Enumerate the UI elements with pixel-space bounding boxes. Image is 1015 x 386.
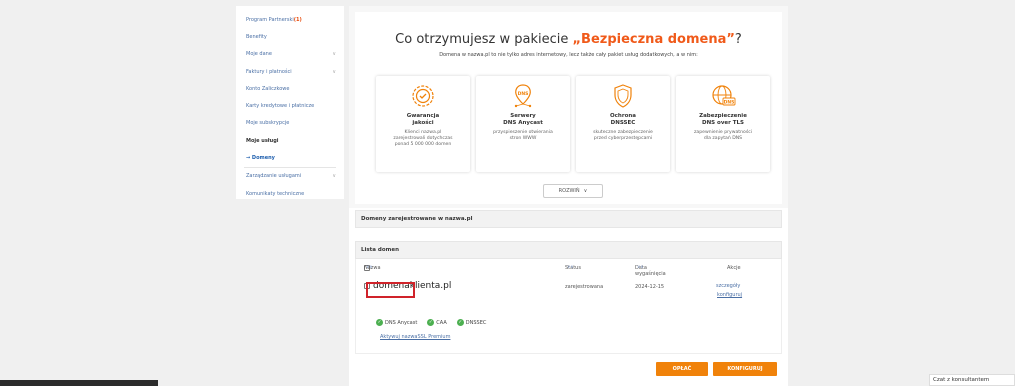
chevron-down-icon: ∨ xyxy=(332,68,336,75)
account-sidebar: Program Partnerski(1) Benefity Moje dane… xyxy=(236,6,344,199)
sidebar-item-label: Moje usługi xyxy=(246,137,279,144)
sidebar-item-my-data[interactable]: Moje dane ∨ xyxy=(236,46,344,63)
promo-box: Co otrzymujesz w pakiecie „Bezpieczna do… xyxy=(355,12,782,204)
promo-title: Co otrzymujesz w pakiecie „Bezpieczna do… xyxy=(355,32,782,47)
card-desc: zapewnienie prywatności dla zapytań DNS xyxy=(693,130,753,141)
feature-card-dns-tls: DNS Zabezpieczenie DNS over TLS zapewnie… xyxy=(676,76,770,172)
feature-label: DNS Anycast xyxy=(385,319,418,326)
feature-card-anycast: DNS Serwery DNS Anycast przyspieszenie o… xyxy=(476,76,570,172)
domain-expiry: 2024-12-15 xyxy=(635,284,665,290)
sidebar-item-label: Benefity xyxy=(246,33,267,40)
sidebar-item-label: Karty kredytowe i płatnicze xyxy=(246,103,315,110)
promo-section: Co otrzymujesz w pakiecie „Bezpieczna do… xyxy=(349,6,788,208)
domain-list-header: Lista domen xyxy=(355,241,782,259)
feature-dnssec: ✓ DNSSEC xyxy=(456,319,487,326)
check-icon: ✓ xyxy=(376,319,383,326)
main-panel: Co otrzymujesz w pakiecie „Bezpieczna do… xyxy=(349,6,788,386)
globe-dns-icon: DNS xyxy=(712,85,736,106)
sidebar-item-label: Konto Zaliczkowe xyxy=(246,85,290,92)
domain-table-header: Nazwa ∨∧ Status ∨∧ Data wygaśnięcia ∨∧ Akcj… xyxy=(356,265,781,277)
details-link[interactable]: szczegóły xyxy=(716,283,740,289)
svg-text:DNS: DNS xyxy=(518,91,529,97)
sidebar-item-label: Moje subskrypcje xyxy=(246,120,290,127)
feature-dns-anycast: ✓ DNS Anycast xyxy=(376,319,417,326)
sidebar-item-invoices[interactable]: Faktury i płatności ∨ xyxy=(236,63,344,80)
sidebar-item-label: Faktury i płatności xyxy=(246,68,292,75)
promo-title-end: ? xyxy=(734,32,742,47)
check-icon: ✓ xyxy=(456,319,464,326)
card-title: Ochrona DNSSEC xyxy=(610,113,636,126)
dns-pin-icon: DNS xyxy=(514,84,532,108)
sidebar-item-label: Program Partnerski xyxy=(246,16,294,23)
configure-link[interactable]: konfiguruj xyxy=(716,292,743,298)
domain-features: ✓ DNS Anycast ✓ CAA ✓ DNSSEC xyxy=(376,319,486,326)
feature-card-quality: Gwarancja jakości Klienci nazwa.pl zarej… xyxy=(376,76,470,172)
column-actions: Akcje xyxy=(727,265,741,271)
chevron-down-icon: ∨ xyxy=(332,51,336,58)
pay-button[interactable]: OPŁAĆ xyxy=(656,362,708,376)
taskbar-strip xyxy=(0,380,158,386)
check-icon: ✓ xyxy=(427,319,435,326)
card-desc: przyspieszenie otwierania stron WWW xyxy=(493,130,553,141)
sidebar-item-label: → Domeny xyxy=(246,155,275,162)
domain-status: zarejestrowana xyxy=(565,284,604,290)
chevron-down-icon: ∨ xyxy=(583,188,588,194)
card-title: Gwarancja jakości xyxy=(406,113,440,126)
sidebar-item-my-services[interactable]: Moje usługi xyxy=(236,132,344,149)
expand-button[interactable]: ROZWIŃ ∨ xyxy=(543,184,603,198)
sidebar-item-label: Moje dane xyxy=(246,51,272,58)
quality-badge-icon xyxy=(412,85,434,107)
sidebar-item-benefits[interactable]: Benefity xyxy=(236,28,344,45)
expand-label: ROZWIŃ xyxy=(558,188,580,194)
card-desc: Klienci nazwa.pl zarejestrowali dotychcz… xyxy=(393,130,453,147)
feature-label: CAA xyxy=(436,319,447,326)
partner-count-badge: (1) xyxy=(293,16,302,23)
feature-label: DNSSEC xyxy=(465,319,487,326)
highlight-box xyxy=(366,282,415,298)
sort-icon[interactable]: ∨∧ xyxy=(637,265,644,270)
sidebar-item-cards[interactable]: Karty kredytowe i płatnicze xyxy=(236,97,344,114)
feature-cards: Gwarancja jakości Klienci nazwa.pl zarej… xyxy=(376,76,770,172)
card-title: Serwery DNS Anycast xyxy=(503,113,543,126)
sidebar-item-label: Komunikaty techniczne xyxy=(246,190,305,197)
sort-icon[interactable]: ∨∧ xyxy=(567,265,574,270)
promo-title-text: Co otrzymujesz w pakiecie xyxy=(395,32,573,47)
svg-text:DNS: DNS xyxy=(724,100,735,106)
sidebar-item-partner-program[interactable]: Program Partnerski(1) xyxy=(236,11,344,28)
promo-title-highlight: „Bezpieczna domena” xyxy=(572,32,735,47)
shield-icon xyxy=(614,84,632,108)
sidebar-item-advance-account[interactable]: Konto Zaliczkowe xyxy=(236,80,344,97)
chat-widget[interactable]: Czat z konsultantem xyxy=(929,374,1015,386)
configure-button[interactable]: KONFIGURUJ xyxy=(713,362,777,376)
registered-domains-header: Domeny zarejestrowane w nazwa.pl xyxy=(355,210,782,228)
chevron-down-icon: ∨ xyxy=(332,173,336,180)
sidebar-item-service-management[interactable]: Zarządzanie usługami ∨ xyxy=(236,168,344,185)
sidebar-item-domains[interactable]: → Domeny xyxy=(236,149,344,166)
feature-card-dnssec: Ochrona DNSSEC skuteczne zabezpieczenie … xyxy=(576,76,670,172)
sidebar-item-subscriptions[interactable]: Moje subskrypcje xyxy=(236,115,344,132)
feature-caa: ✓ CAA xyxy=(427,319,447,326)
domain-list: Nazwa ∨∧ Status ∨∧ Data wygaśnięcia ∨∧ Akcj… xyxy=(355,259,782,354)
card-title: Zabezpieczenie DNS over TLS xyxy=(699,113,747,126)
activate-ssl-link[interactable]: Aktywuj nazwaSSL Premium xyxy=(380,334,450,340)
promo-subtitle: Domena w nazwa.pl to nie tylko adres int… xyxy=(439,52,698,58)
sort-icon[interactable]: ∨∧ xyxy=(366,265,373,270)
card-desc: skuteczne zabezpieczenie przed cyberprze… xyxy=(593,130,653,141)
sidebar-item-label: Zarządzanie usługami xyxy=(246,173,302,180)
sidebar-item-tech-notices[interactable]: Komunikaty techniczne xyxy=(236,185,344,202)
